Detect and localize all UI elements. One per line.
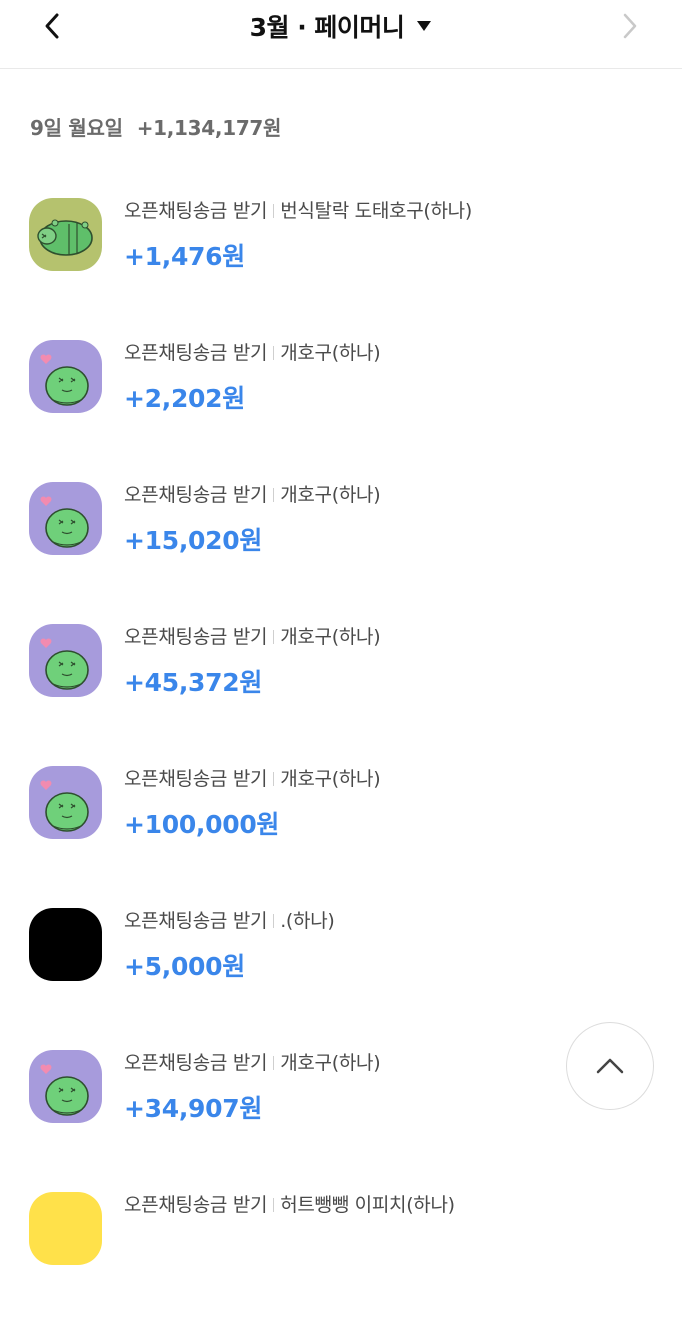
transaction-list: 오픈채팅송금 받기 번식탈락 도태호구(하나) +1,476원 오픈채팅송금 받기… — [0, 192, 682, 1328]
transaction-sender: 개호구(하나) — [280, 342, 381, 364]
transaction-amount: +2,202원 — [124, 384, 245, 413]
character-sticker-icon — [29, 1192, 102, 1265]
character-sticker-icon — [29, 482, 102, 555]
transaction-sender: 개호구(하나) — [280, 484, 381, 506]
transaction-title: 오픈채팅송금 받기 — [124, 342, 268, 364]
transaction-title: 오픈채팅송금 받기 — [124, 768, 268, 790]
transaction-amount: +45,372원 — [124, 668, 263, 697]
avatar — [29, 340, 102, 413]
transaction-amount: +15,020원 — [124, 526, 263, 555]
transaction-row[interactable]: 오픈채팅송금 받기 개호구(하나) +45,372원 — [0, 618, 682, 760]
transaction-title: 오픈채팅송금 받기 — [124, 1194, 268, 1216]
avatar — [29, 198, 102, 271]
transaction-title: 오픈채팅송금 받기 — [124, 910, 268, 932]
transaction-title: 오픈채팅송금 받기 — [124, 200, 268, 222]
day-total: +1,134,177원 — [136, 116, 282, 140]
chevron-right-icon — [623, 13, 637, 39]
day-summary: 9일 월요일 +1,134,177원 — [30, 112, 281, 141]
character-sticker-icon — [29, 340, 102, 413]
day-label: 9일 월요일 — [30, 116, 123, 140]
transaction-row[interactable]: 오픈채팅송금 받기 .(하나) +5,000원 — [0, 902, 682, 1044]
avatar — [29, 766, 102, 839]
avatar — [29, 908, 102, 981]
divider — [273, 630, 275, 644]
transaction-title: 오픈채팅송금 받기 — [124, 1052, 268, 1074]
transaction-sender: 개호구(하나) — [280, 626, 381, 648]
transaction-sender: 개호구(하나) — [280, 768, 381, 790]
chevron-up-icon — [596, 1058, 624, 1074]
transaction-amount: +100,000원 — [124, 810, 280, 839]
divider — [273, 1198, 275, 1212]
transaction-sender: 개호구(하나) — [280, 1052, 381, 1074]
divider — [273, 488, 275, 502]
divider — [273, 914, 275, 928]
transaction-title: 오픈채팅송금 받기 — [124, 626, 268, 648]
scroll-to-top-button[interactable] — [566, 1022, 654, 1110]
blank-profile-icon — [29, 908, 102, 981]
transaction-row[interactable]: 오픈채팅송금 받기 개호구(하나) +100,000원 — [0, 760, 682, 902]
transaction-amount: +5,000원 — [124, 952, 245, 981]
caret-down-icon — [416, 20, 432, 32]
avatar — [29, 482, 102, 555]
page-title: 3월 · 페이머니 — [249, 13, 405, 42]
transaction-amount: +1,476원 — [124, 242, 245, 271]
transaction-row[interactable]: 오픈채팅송금 받기 번식탈락 도태호구(하나) +1,476원 — [0, 192, 682, 334]
transaction-amount: +34,907원 — [124, 1094, 263, 1123]
avatar — [29, 624, 102, 697]
character-sticker-icon — [29, 1050, 102, 1123]
next-button[interactable] — [612, 8, 648, 44]
transaction-title: 오픈채팅송금 받기 — [124, 484, 268, 506]
divider — [273, 346, 275, 360]
transaction-row[interactable]: 오픈채팅송금 받기 개호구(하나) +15,020원 — [0, 476, 682, 618]
character-sticker-icon — [29, 624, 102, 697]
avatar — [29, 1192, 102, 1265]
avatar — [29, 1050, 102, 1123]
transaction-row[interactable]: 오픈채팅송금 받기 허트뺑뺑 이피치(하나) — [0, 1186, 682, 1328]
transaction-row[interactable]: 오픈채팅송금 받기 개호구(하나) +2,202원 — [0, 334, 682, 476]
transaction-sender: .(하나) — [280, 910, 335, 932]
divider — [273, 1056, 275, 1070]
divider — [273, 204, 275, 218]
top-bar: 3월 · 페이머니 — [0, 0, 682, 69]
character-sticker-icon — [29, 198, 102, 271]
transaction-sender: 번식탈락 도태호구(하나) — [280, 200, 472, 222]
character-sticker-icon — [29, 766, 102, 839]
month-wallet-selector[interactable]: 3월 · 페이머니 — [0, 8, 682, 44]
transaction-sender: 허트뺑뺑 이피치(하나) — [280, 1194, 455, 1216]
divider — [273, 772, 275, 786]
